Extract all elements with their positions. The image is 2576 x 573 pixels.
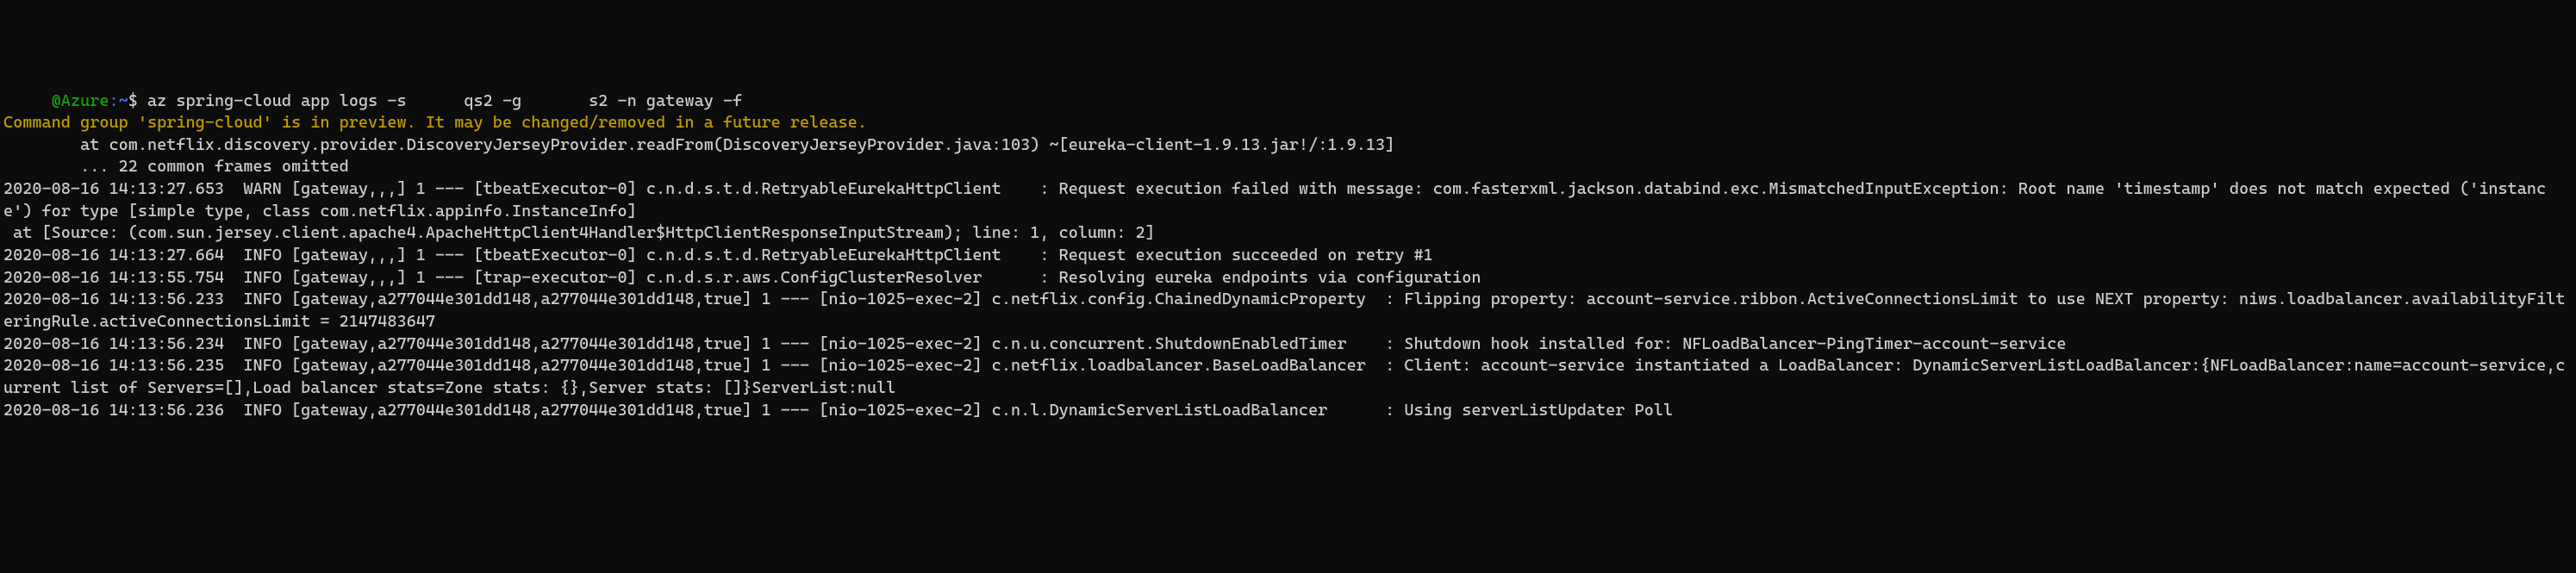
log-line: 2020-08-16 14:13:27.653 WARN [gateway,,,…: [3, 178, 2573, 222]
log-line: 2020-08-16 14:13:55.754 INFO [gateway,,,…: [3, 267, 2573, 290]
log-line: at com.netflix.discovery.provider.Discov…: [3, 134, 2573, 157]
prompt-user: @Azure: [3, 91, 109, 110]
log-line: ... 22 common frames omitted: [3, 156, 2573, 178]
log-line: 2020-08-16 14:13:27.664 INFO [gateway,,,…: [3, 245, 2573, 267]
log-line: 2020-08-16 14:13:56.235 INFO [gateway,a2…: [3, 355, 2573, 399]
terminal-prompt-line[interactable]: @Azure:~$ az spring-cloud app logs -s qs…: [3, 90, 2573, 113]
command-text: az spring-cloud app logs -s qs2 -g s2 -n…: [138, 91, 742, 110]
prompt-tilde: ~: [119, 91, 128, 110]
log-line: 2020-08-16 14:13:56.233 INFO [gateway,a2…: [3, 289, 2573, 333]
prompt-dollar: $: [128, 91, 138, 110]
preview-warning: Command group 'spring-cloud' is in previ…: [3, 112, 2573, 134]
prompt-colon: :: [109, 91, 118, 110]
log-line: 2020-08-16 14:13:56.234 INFO [gateway,a2…: [3, 333, 2573, 356]
log-line: 2020-08-16 14:13:56.236 INFO [gateway,a2…: [3, 400, 2573, 422]
log-line: at [Source: (com.sun.jersey.client.apach…: [3, 222, 2573, 245]
